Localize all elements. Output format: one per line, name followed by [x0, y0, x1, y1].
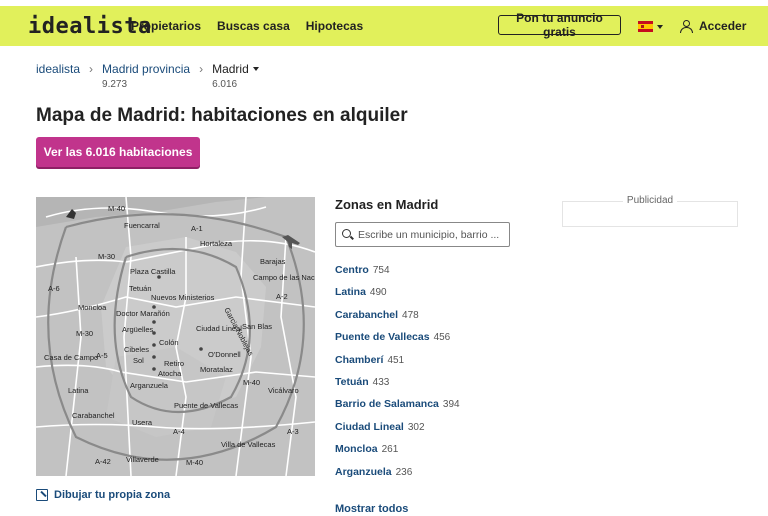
list-item[interactable]: Tetuán 433: [335, 376, 460, 398]
list-item[interactable]: Latina 490: [335, 286, 460, 308]
list-item[interactable]: Chamberí 451: [335, 354, 460, 376]
breadcrumb-madrid-provincia[interactable]: Madrid provincia 9.273: [102, 62, 190, 90]
chevron-down-icon: [657, 24, 663, 29]
nav-propietarios[interactable]: Propietarios: [131, 19, 201, 33]
breadcrumb-madrid[interactable]: Madrid 6.016: [212, 62, 259, 90]
show-all-link[interactable]: Mostrar todos: [335, 503, 408, 515]
login-link[interactable]: Acceder: [680, 19, 746, 33]
nav-buscas-casa[interactable]: Buscas casa: [217, 19, 290, 33]
page-title: Mapa de Madrid: habitaciones en alquiler: [36, 105, 408, 126]
zone-search-input[interactable]: [358, 228, 506, 241]
draw-zone-label: Dibujar tu propia zona: [54, 489, 171, 501]
zones-list: Centro 754 Latina 490 Carabanchel 478 Puent…: [335, 264, 460, 488]
list-item[interactable]: Ciudad Lineal 302: [335, 421, 460, 443]
list-item[interactable]: Carabanchel 478: [335, 309, 460, 331]
breadcrumb: idealista › Madrid provincia 9.273 › Mad…: [36, 62, 259, 90]
zones-title: Zonas en Madrid: [335, 197, 439, 212]
list-item[interactable]: Arganzuela 236: [335, 466, 460, 488]
breadcrumb-idealista[interactable]: idealista: [36, 62, 80, 90]
breadcrumb-separator: ›: [199, 62, 204, 76]
list-item[interactable]: Centro 754: [335, 264, 460, 286]
draw-zone-link[interactable]: Dibujar tu propia zona: [36, 489, 170, 501]
top-bar: idealista Propietarios Buscas casa Hipot…: [0, 6, 768, 46]
user-icon: [680, 19, 693, 33]
chevron-down-icon: [252, 67, 259, 71]
language-selector[interactable]: [638, 21, 663, 32]
main-nav: Propietarios Buscas casa Hipotecas: [131, 19, 363, 33]
publish-ad-button[interactable]: Pon tu anuncio gratis: [498, 11, 621, 39]
nav-hipotecas[interactable]: Hipotecas: [306, 19, 363, 33]
search-icon: [342, 229, 353, 240]
zone-search[interactable]: [335, 222, 510, 247]
district-map[interactable]: M-40 Fuencarral A-1 Hortaleza M-30 Baraj…: [36, 197, 315, 476]
view-rooms-button[interactable]: Ver las 6.016 habitaciones: [36, 137, 200, 167]
draw-zone-icon: [36, 489, 48, 501]
ad-label: Publicidad: [562, 195, 738, 206]
list-item[interactable]: Barrio de Salamanca 394: [335, 398, 460, 420]
list-item[interactable]: Puente de Vallecas 456: [335, 331, 460, 353]
list-item[interactable]: Moncloa 261: [335, 443, 460, 465]
login-label: Acceder: [699, 19, 747, 33]
flag-es-icon: [638, 21, 653, 32]
breadcrumb-separator: ›: [89, 62, 94, 76]
